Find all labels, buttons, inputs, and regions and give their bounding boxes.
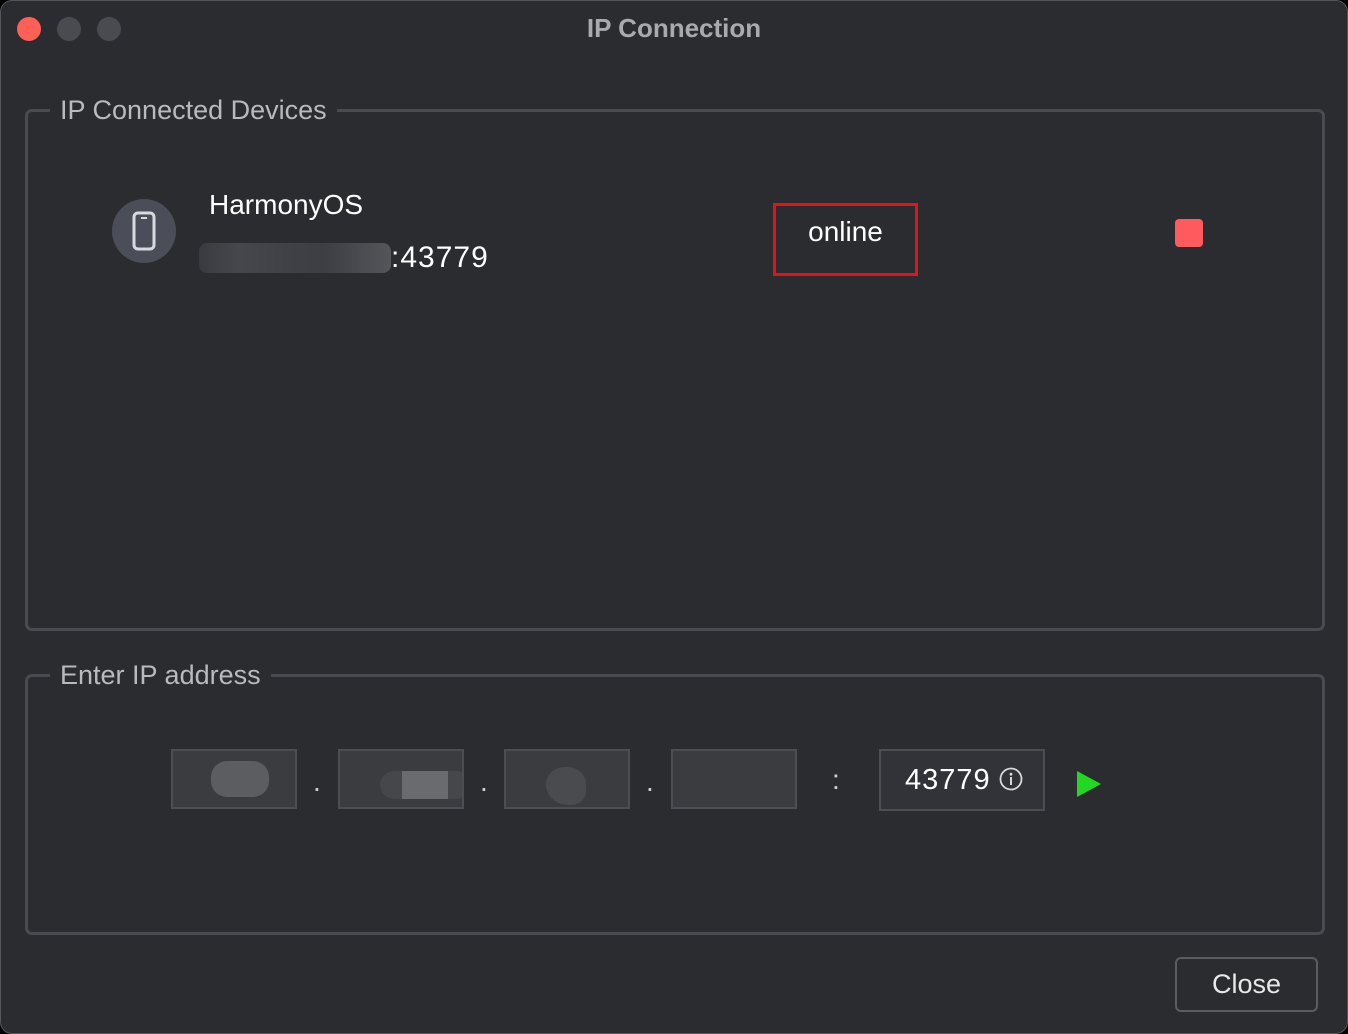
play-icon [1077, 771, 1101, 797]
device-address: :43779 [199, 241, 489, 275]
device-name: HarmonyOS [209, 189, 364, 220]
redacted-value [211, 761, 269, 797]
title-bar: IP Connection [1, 1, 1347, 55]
phone-icon [132, 211, 156, 251]
ip-separator: . [646, 766, 654, 797]
ip-connected-devices-legend: IP Connected Devices [60, 95, 327, 125]
device-status-highlight: online [773, 203, 918, 276]
disconnect-device-button[interactable] [1175, 219, 1203, 247]
window-title: IP Connection [586, 13, 762, 43]
ip-octet-4-input[interactable] [671, 749, 797, 809]
ip-connected-devices-group: IP Connected Devices [25, 95, 1325, 631]
ip-octet-3-input[interactable] [504, 749, 630, 809]
connect-button[interactable] [1075, 769, 1103, 799]
port-input[interactable]: 43779 [879, 749, 1045, 811]
port-value: 43779 [905, 763, 991, 796]
close-button[interactable]: Close [1175, 957, 1318, 1012]
enter-ip-address-legend: Enter IP address [60, 660, 261, 690]
ip-connection-window: IP Connection IP Connected Devices Harmo… [0, 0, 1348, 1034]
redacted-value [402, 771, 448, 799]
redacted-ip [199, 243, 391, 273]
ip-octet-1-input[interactable] [171, 749, 297, 809]
ip-separator: . [480, 766, 488, 797]
ip-octet-2-input[interactable] [338, 749, 464, 809]
device-avatar [112, 199, 176, 263]
device-status: online [808, 216, 883, 247]
port-separator: : [832, 764, 840, 795]
info-icon[interactable] [999, 767, 1023, 791]
device-port: :43779 [391, 241, 489, 274]
ip-separator: . [313, 766, 321, 797]
redacted-value [546, 767, 586, 805]
